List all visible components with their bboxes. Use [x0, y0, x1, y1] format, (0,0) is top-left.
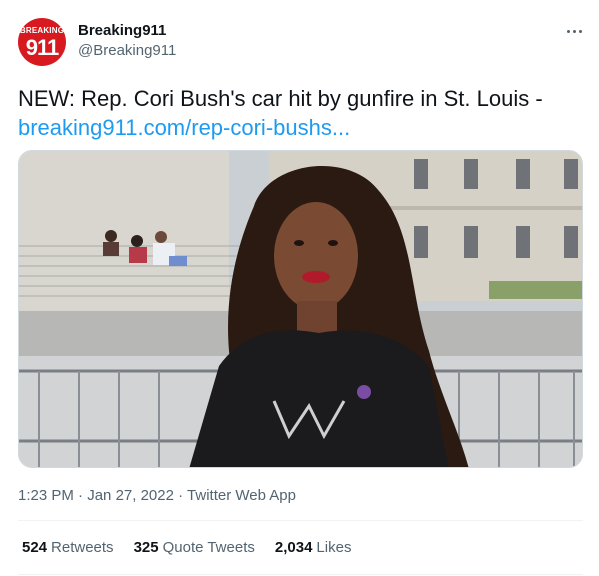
divider [18, 520, 583, 521]
tweet-stats: 524 Retweets 325 Quote Tweets 2,034 Likes [22, 539, 351, 556]
quote-tweets-label: Quote Tweets [162, 539, 255, 556]
tweet-meta: 1:23 PM · Jan 27, 2022 · Twitter Web App [18, 487, 296, 504]
tweet-media-photo[interactable] [18, 150, 583, 468]
divider [18, 574, 583, 575]
meta-separator: · [73, 487, 88, 504]
quote-tweets-stat[interactable]: 325 Quote Tweets [134, 539, 255, 556]
retweets-stat[interactable]: 524 Retweets [22, 539, 114, 556]
more-options-icon[interactable] [565, 24, 585, 40]
meta-separator: · [173, 487, 188, 504]
avatar-top-text: BREAKING [19, 26, 65, 35]
author-handle[interactable]: @Breaking911 [78, 42, 176, 59]
likes-stat[interactable]: 2,034 Likes [275, 539, 352, 556]
avatar[interactable]: BREAKING 911 [18, 18, 66, 66]
tweet-source[interactable]: Twitter Web App [187, 487, 296, 504]
tweet-text: NEW: Rep. Cori Bush's car hit by gunfire… [18, 84, 578, 142]
tweet-date[interactable]: Jan 27, 2022 [87, 487, 174, 504]
tweet-body: NEW: Rep. Cori Bush's car hit by gunfire… [18, 86, 543, 111]
tweet-link[interactable]: breaking911.com/rep-cori-bushs... [18, 113, 578, 142]
likes-label: Likes [316, 539, 352, 556]
avatar-number: 911 [25, 35, 60, 60]
retweets-label: Retweets [51, 539, 114, 556]
quote-tweets-count: 325 [133, 539, 159, 556]
photo-illustration [19, 151, 582, 467]
author-name[interactable]: Breaking911 [78, 22, 166, 39]
tweet-time[interactable]: 1:23 PM [18, 487, 74, 504]
retweets-count: 524 [22, 539, 48, 556]
likes-count: 2,034 [274, 539, 313, 556]
